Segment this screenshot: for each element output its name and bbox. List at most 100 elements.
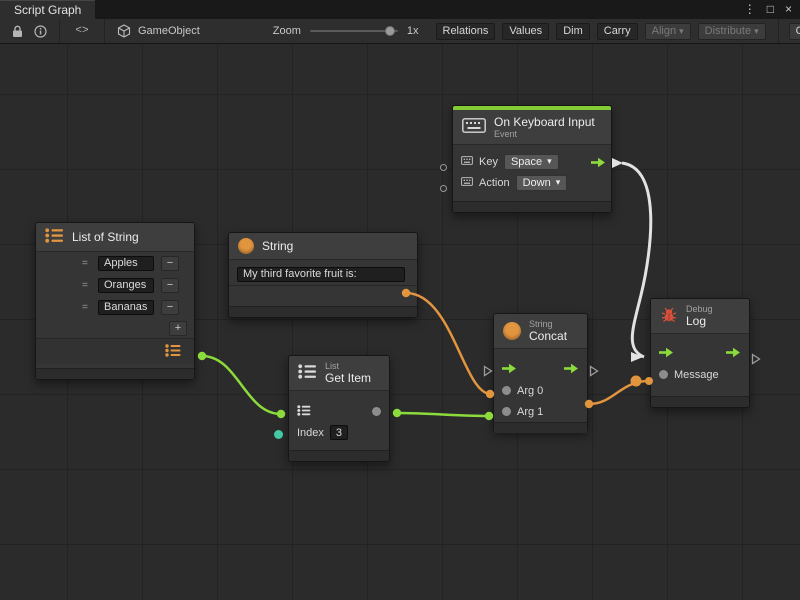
remove-item-button[interactable]: − (161, 300, 179, 315)
trigger-in-port[interactable] (659, 347, 674, 361)
toolbar-separator (778, 19, 779, 43)
trigger-out-port[interactable] (564, 363, 579, 377)
trigger-in-port[interactable] (502, 363, 517, 377)
node-concat[interactable]: String Concat Arg 0 Arg 1 (493, 313, 588, 432)
index-input-port[interactable] (274, 430, 283, 439)
node-debug-log[interactable]: Debug Log Message (650, 298, 750, 408)
code-view-icon[interactable]: <> (70, 22, 94, 40)
node-string-literal[interactable]: String (228, 232, 418, 318)
toolbar-separator (59, 19, 60, 43)
distribute-label: Distribute (705, 25, 751, 37)
key-label: Key (479, 156, 498, 168)
node-header: List of String (36, 223, 194, 252)
list-port-icon[interactable] (297, 405, 311, 419)
node-list-of-string[interactable]: List of String = − = − = − + (35, 222, 195, 380)
trigger-out-port[interactable] (726, 347, 741, 361)
lock-icon[interactable] (8, 22, 26, 40)
index-input[interactable] (330, 425, 348, 440)
list-icon (298, 364, 317, 382)
node-footer (453, 201, 611, 212)
window-close-icon[interactable]: × (785, 0, 792, 19)
node-footer (229, 306, 417, 317)
node-on-keyboard-input[interactable]: On Keyboard Input Event Key Space ▾ Acti… (452, 105, 612, 213)
external-trigger-in-arrow-icon (483, 365, 493, 380)
string-value-input[interactable] (237, 267, 405, 282)
action-dropdown[interactable]: Down ▾ (516, 175, 568, 191)
trigger-out-port[interactable] (591, 157, 606, 171)
remove-item-button[interactable]: − (161, 256, 179, 271)
relations-toggle[interactable]: Relations (436, 23, 496, 40)
list-item-row: = − (36, 274, 194, 296)
drag-handle-icon[interactable]: = (82, 302, 92, 313)
string-value-row (229, 263, 417, 285)
node-subtitle: Event (494, 129, 595, 139)
list-out-port[interactable] (165, 344, 181, 360)
arg0-input-port[interactable] (502, 386, 511, 395)
list-item-input[interactable] (98, 278, 154, 293)
bug-icon (660, 306, 678, 326)
action-input-port[interactable] (440, 185, 447, 192)
node-header: Debug Log (651, 299, 749, 334)
external-trigger-out-arrow-icon (751, 353, 761, 368)
list-item-input[interactable] (98, 300, 154, 315)
message-row: Message (651, 364, 749, 385)
list-icon (45, 228, 64, 246)
action-value: Down (523, 177, 551, 189)
external-trigger-out-arrow-icon (589, 365, 599, 380)
index-row: Index (289, 422, 389, 443)
message-input-port[interactable] (659, 370, 668, 379)
node-footer (651, 396, 749, 407)
node-footer (494, 422, 587, 433)
chevron-down-icon: ▾ (754, 27, 759, 36)
distribute-menu-button[interactable]: Distribute ▾ (698, 23, 766, 40)
window-menu-icon[interactable]: ⋮ (744, 0, 756, 19)
output-port-row (229, 285, 417, 305)
item-out-port[interactable] (372, 407, 381, 416)
zoom-slider[interactable] (310, 25, 398, 37)
unity-cube-icon (115, 22, 133, 40)
window-controls: ⋮ □ × (744, 0, 800, 19)
info-icon[interactable] (31, 22, 49, 40)
list-input-row (289, 401, 389, 422)
overview-button[interactable]: Overview (789, 23, 800, 40)
arg0-row: Arg 0 (494, 380, 587, 401)
node-category: Debug (686, 304, 713, 314)
node-title: Get Item (325, 371, 371, 385)
key-dropdown[interactable]: Space ▾ (504, 154, 559, 170)
action-label: Action (479, 177, 510, 189)
add-item-button[interactable]: + (169, 321, 187, 336)
chevron-down-icon: ▾ (556, 178, 561, 187)
window-maximize-icon[interactable]: □ (767, 0, 774, 19)
list-item-row: = − (36, 296, 194, 318)
action-row: Action Down ▾ (453, 172, 611, 193)
drag-handle-icon[interactable]: = (82, 280, 92, 291)
node-footer (36, 368, 194, 379)
gameobject-reference[interactable]: GameObject (138, 25, 200, 37)
drag-handle-icon[interactable]: = (82, 258, 92, 269)
node-category: String (529, 319, 567, 329)
string-type-icon (503, 322, 521, 340)
key-value: Space (511, 156, 542, 168)
list-item-row: = − (36, 252, 194, 274)
arg1-input-port[interactable] (502, 407, 511, 416)
node-title: List of String (72, 230, 139, 244)
string-type-icon (238, 238, 254, 254)
carry-toggle[interactable]: Carry (597, 23, 638, 40)
node-title: String (262, 239, 293, 253)
remove-item-button[interactable]: − (161, 278, 179, 293)
zoom-value: 1x (407, 25, 419, 37)
key-input-port[interactable] (440, 164, 447, 171)
list-item-input[interactable] (98, 256, 154, 271)
node-header: String Concat (494, 314, 587, 349)
dim-toggle[interactable]: Dim (556, 23, 590, 40)
message-label: Message (674, 369, 719, 381)
values-toggle[interactable]: Values (502, 23, 549, 40)
node-get-item[interactable]: List Get Item Index (288, 355, 390, 462)
tab-script-graph[interactable]: Script Graph (0, 0, 95, 19)
key-type-icon (461, 156, 473, 168)
align-menu-button[interactable]: Align ▾ (645, 23, 691, 40)
zoom-slider-knob[interactable] (385, 26, 395, 36)
key-row: Key Space ▾ (453, 151, 611, 172)
window-titlebar: Script Graph ⋮ □ × (0, 0, 800, 19)
node-title: Concat (529, 329, 567, 343)
